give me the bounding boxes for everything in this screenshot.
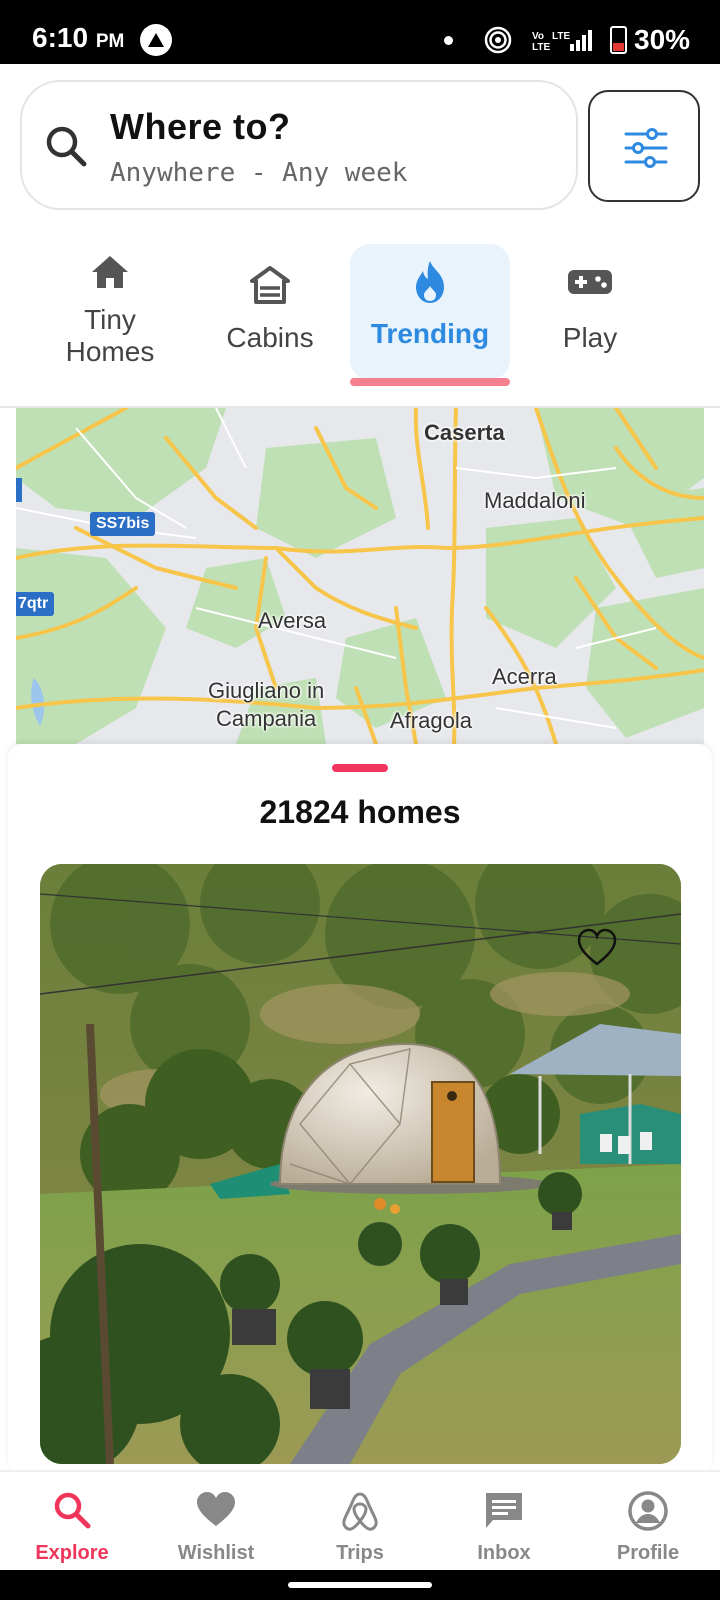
road-badge: SS7bis: [90, 512, 156, 536]
nav-trips[interactable]: Trips: [288, 1472, 432, 1572]
filter-button[interactable]: [588, 90, 700, 202]
map-place-label: Giugliano in: [208, 678, 325, 703]
category-play[interactable]: Play: [510, 244, 670, 380]
status-time: 6:10 PM: [32, 22, 125, 53]
category-label: Cabins: [226, 322, 314, 353]
search-icon: [46, 126, 87, 167]
search-icon: [54, 1492, 91, 1529]
category-label: Play: [562, 322, 618, 353]
flame-icon: [416, 261, 444, 303]
gamepad-icon: [568, 270, 612, 294]
nav-wishlist[interactable]: Wishlist: [144, 1472, 288, 1572]
nav-inbox[interactable]: Inbox: [432, 1472, 576, 1572]
message-icon: [486, 1493, 522, 1528]
map-place-label: Maddaloni: [484, 488, 586, 513]
nav-label: Explore: [35, 1542, 109, 1564]
sliders-icon: [624, 128, 668, 168]
profile-icon: [628, 1491, 668, 1531]
map-place-label: Caserta: [424, 420, 505, 445]
notification-dot-icon: [444, 36, 453, 45]
search-bar[interactable]: Where to? Anywhere - Any week: [20, 80, 578, 210]
nav-label: Inbox: [477, 1542, 531, 1564]
svg-text:LTE: LTE: [532, 42, 550, 52]
category-tabs: Tiny Homes Cabins Trending Play: [0, 222, 720, 408]
svg-text:Vo: Vo: [532, 31, 544, 42]
heart-icon: [197, 1492, 235, 1526]
nav-explore[interactable]: Explore: [0, 1472, 144, 1572]
nav-label: Trips: [336, 1542, 384, 1564]
search-subtitle: Anywhere - Any week: [110, 158, 408, 188]
map-place-label: Acerra: [492, 664, 557, 689]
category-label: Tiny: [84, 304, 136, 335]
nav-label: Wishlist: [177, 1542, 255, 1564]
sheet-drag-handle[interactable]: [332, 764, 388, 772]
gesture-bar: [0, 1570, 720, 1600]
search-title: Where to?: [110, 106, 291, 147]
category-cabins[interactable]: Cabins: [190, 244, 350, 380]
category-label: Trending: [370, 318, 490, 349]
status-bar: 6:10 PM Vo LTE LTE 30%: [0, 0, 720, 64]
map-background: [16, 408, 704, 744]
cabin-icon: [250, 266, 290, 304]
signal-icon: Vo LTE LTE: [532, 28, 594, 53]
bottom-navigation: Explore Wishlist Trips Inbox Profile: [0, 1470, 720, 1570]
app-notification-icon: [140, 24, 172, 56]
battery-percent: 30%: [634, 24, 691, 55]
battery-icon: [610, 26, 627, 54]
airbnb-logo-icon: [342, 1492, 378, 1531]
map-view[interactable]: Caserta Maddaloni Aversa Acerra Giuglian…: [16, 408, 704, 744]
svg-text:LTE: LTE: [552, 31, 570, 42]
heart-outline-icon[interactable]: [576, 928, 618, 968]
map-place-label: Afragola: [390, 708, 472, 733]
category-tiny-homes[interactable]: Tiny Homes: [30, 244, 190, 380]
homes-count: 21824 homes: [259, 794, 461, 830]
house-icon: [92, 256, 128, 288]
home-gesture-handle[interactable]: [288, 1582, 432, 1588]
category-label: Homes: [65, 336, 155, 367]
nav-profile[interactable]: Profile: [576, 1472, 720, 1572]
map-place-label: Campania: [216, 706, 317, 731]
road-badge: 7qtr: [16, 592, 55, 616]
nav-label: Profile: [616, 1542, 680, 1564]
category-trending[interactable]: Trending: [350, 244, 510, 386]
hotspot-icon: [484, 26, 512, 54]
map-place-label: Aversa: [258, 608, 327, 633]
